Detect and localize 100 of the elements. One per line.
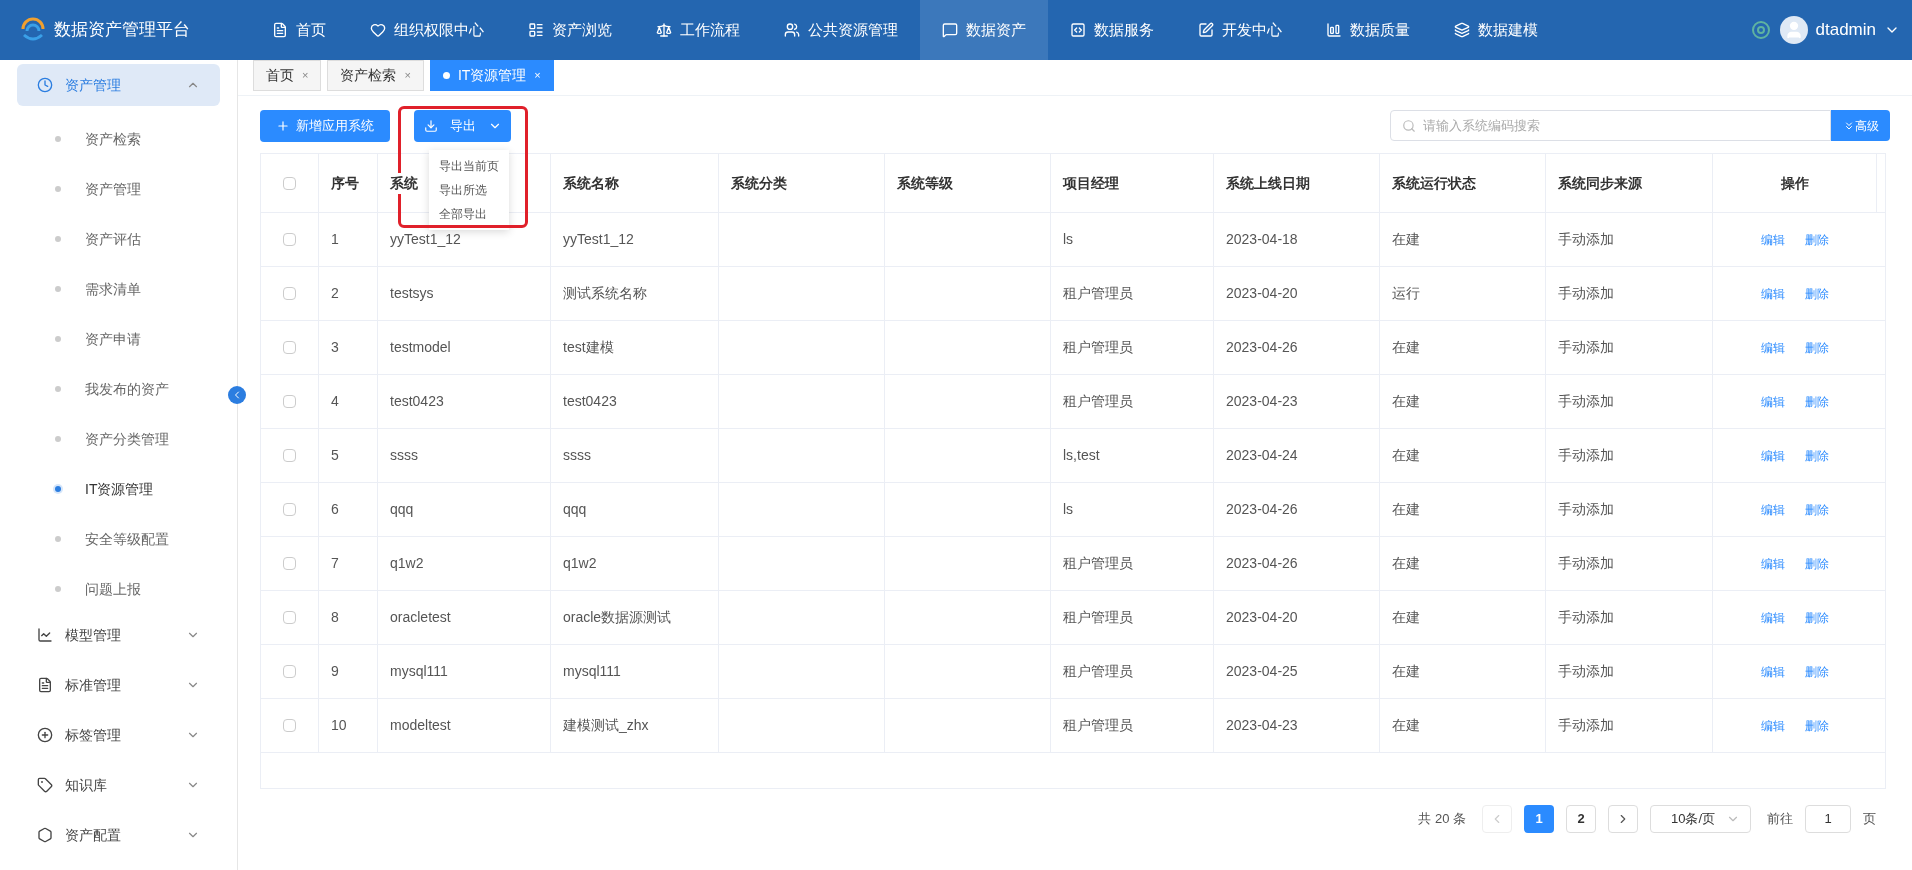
plus-circle-icon	[37, 727, 53, 743]
search-icon	[1402, 119, 1416, 133]
download-icon	[423, 118, 438, 133]
user-name[interactable]: dtadmin	[1815, 17, 1876, 43]
action-link[interactable]: 删除	[1805, 662, 1829, 681]
table-cell-text: 租户管理员	[1063, 338, 1133, 357]
action-link[interactable]: 删除	[1805, 392, 1829, 411]
table-cell-text: 3	[331, 338, 339, 357]
table-cell-text: 在建	[1392, 446, 1420, 465]
action-link[interactable]: 编辑	[1761, 500, 1785, 519]
page-tab[interactable]: IT资源管理 ×	[429, 60, 554, 91]
action-link[interactable]: 编辑	[1761, 230, 1785, 249]
table-cell-text: 4	[331, 392, 339, 411]
page-size-select[interactable]: 10条/页	[1650, 805, 1751, 833]
page-button[interactable]: 2	[1566, 805, 1596, 833]
action-link[interactable]: 编辑	[1761, 284, 1785, 303]
action-link[interactable]: 删除	[1805, 338, 1829, 357]
page-button[interactable]: 1	[1524, 805, 1554, 833]
search-field[interactable]: 请输入系统编码搜索	[1390, 110, 1831, 141]
nav-item[interactable]: 数据资产	[920, 0, 1048, 60]
nav-item[interactable]: 首页	[250, 0, 348, 60]
checkbox[interactable]	[283, 665, 296, 678]
checkbox[interactable]	[283, 611, 296, 624]
table-cell-text: 1	[331, 230, 339, 249]
sidebar-item[interactable]: 我发布的资产	[0, 364, 237, 414]
sidebar-item[interactable]: 资产检索	[0, 114, 237, 164]
table-cell-text: qqq	[563, 500, 587, 519]
nav-item[interactable]: 资产浏览	[506, 0, 634, 60]
table-cell-text: 手动添加	[1558, 608, 1614, 627]
page-tab[interactable]: 首页 ×	[253, 60, 322, 91]
action-link[interactable]: 编辑	[1761, 446, 1785, 465]
sidebar-item[interactable]: 资产申请	[0, 314, 237, 364]
action-link[interactable]: 编辑	[1761, 554, 1785, 573]
sidebar-menu[interactable]: 标签管理	[17, 714, 220, 756]
action-link[interactable]: 删除	[1805, 500, 1829, 519]
sidebar-item[interactable]: 问题上报	[0, 564, 237, 614]
nav-item[interactable]: 数据质量	[1304, 0, 1432, 60]
action-link[interactable]: 删除	[1805, 284, 1829, 303]
checkbox[interactable]	[283, 395, 296, 408]
checkbox[interactable]	[283, 503, 296, 516]
checkbox[interactable]	[283, 341, 296, 354]
checkbox[interactable]	[283, 176, 296, 190]
advanced-button[interactable]: 高级	[1831, 110, 1890, 141]
table-cell-text: modeltest	[390, 716, 451, 735]
sidebar-item[interactable]: 需求清单	[0, 264, 237, 314]
checkbox[interactable]	[283, 557, 296, 570]
action-link[interactable]: 编辑	[1761, 716, 1785, 735]
column-header: 系统	[390, 172, 418, 194]
avatar[interactable]	[1779, 16, 1808, 44]
nav-item[interactable]: 组织权限中心	[348, 0, 506, 60]
action-link[interactable]: 删除	[1805, 230, 1829, 249]
sidebar-menu[interactable]: 模型管理	[17, 614, 220, 656]
sidebar-item[interactable]: 资产评估	[0, 214, 237, 264]
next-page-button[interactable]	[1608, 805, 1638, 833]
action-link[interactable]: 编辑	[1761, 392, 1785, 411]
nav-item[interactable]: 公共资源管理	[762, 0, 920, 60]
checkbox[interactable]	[283, 233, 296, 246]
table-cell-text: ls	[1063, 230, 1074, 249]
sidebar-item[interactable]: 安全等级配置	[0, 514, 237, 564]
prev-page-button[interactable]	[1482, 805, 1512, 833]
sidebar-item[interactable]: 资产管理	[0, 164, 237, 214]
table-cell-text: 在建	[1392, 716, 1420, 735]
export-button[interactable]: 导出	[414, 109, 511, 142]
chat-icon	[942, 22, 958, 38]
table-cell-text: oracletest	[390, 608, 451, 627]
checkbox[interactable]	[283, 449, 296, 462]
collapse-button[interactable]	[228, 386, 246, 404]
table-cell-text: qqq	[390, 500, 414, 519]
nav-item[interactable]: 数据服务	[1048, 0, 1176, 60]
grid-icon	[528, 22, 544, 38]
nav-item[interactable]: 工作流程	[634, 0, 762, 60]
menu-item[interactable]: 导出当前页	[429, 153, 509, 178]
sidebar-menu[interactable]: 资产管理	[17, 64, 220, 106]
action-link[interactable]: 删除	[1805, 554, 1829, 573]
menu-item[interactable]: 导出所选	[429, 177, 509, 202]
page-tab[interactable]: 资产检索 ×	[327, 60, 424, 91]
sidebar-menu[interactable]: 资产配置	[17, 814, 220, 856]
action-link[interactable]: 编辑	[1761, 608, 1785, 627]
table-cell-text: test0423	[563, 392, 617, 411]
heart-icon	[370, 22, 386, 38]
checkbox[interactable]	[283, 719, 296, 732]
menu-item[interactable]: 全部导出	[429, 201, 509, 226]
action-link[interactable]: 删除	[1805, 608, 1829, 627]
sidebar-item[interactable]: IT资源管理	[0, 464, 237, 514]
sidebar-menu[interactable]: 知识库	[17, 764, 220, 806]
action-link[interactable]: 编辑	[1761, 662, 1785, 681]
table-cell-text: 2023-04-23	[1226, 716, 1298, 735]
table-cell-text: 运行	[1392, 284, 1420, 303]
nav-item[interactable]: 开发中心	[1176, 0, 1304, 60]
sidebar-menu[interactable]: 标准管理	[17, 664, 220, 706]
action-link[interactable]: 删除	[1805, 446, 1829, 465]
nav-item[interactable]: 数据建模	[1432, 0, 1560, 60]
table-cell-text: 2023-04-20	[1226, 608, 1298, 627]
add-system-button[interactable]: 新增应用系统	[260, 109, 390, 142]
checkbox[interactable]	[283, 287, 296, 300]
sidebar-item[interactable]: 资产分类管理	[0, 414, 237, 464]
edit-icon	[1198, 22, 1214, 38]
action-link[interactable]: 编辑	[1761, 338, 1785, 357]
action-link[interactable]: 删除	[1805, 716, 1829, 735]
page-input[interactable]: 1	[1805, 805, 1851, 833]
